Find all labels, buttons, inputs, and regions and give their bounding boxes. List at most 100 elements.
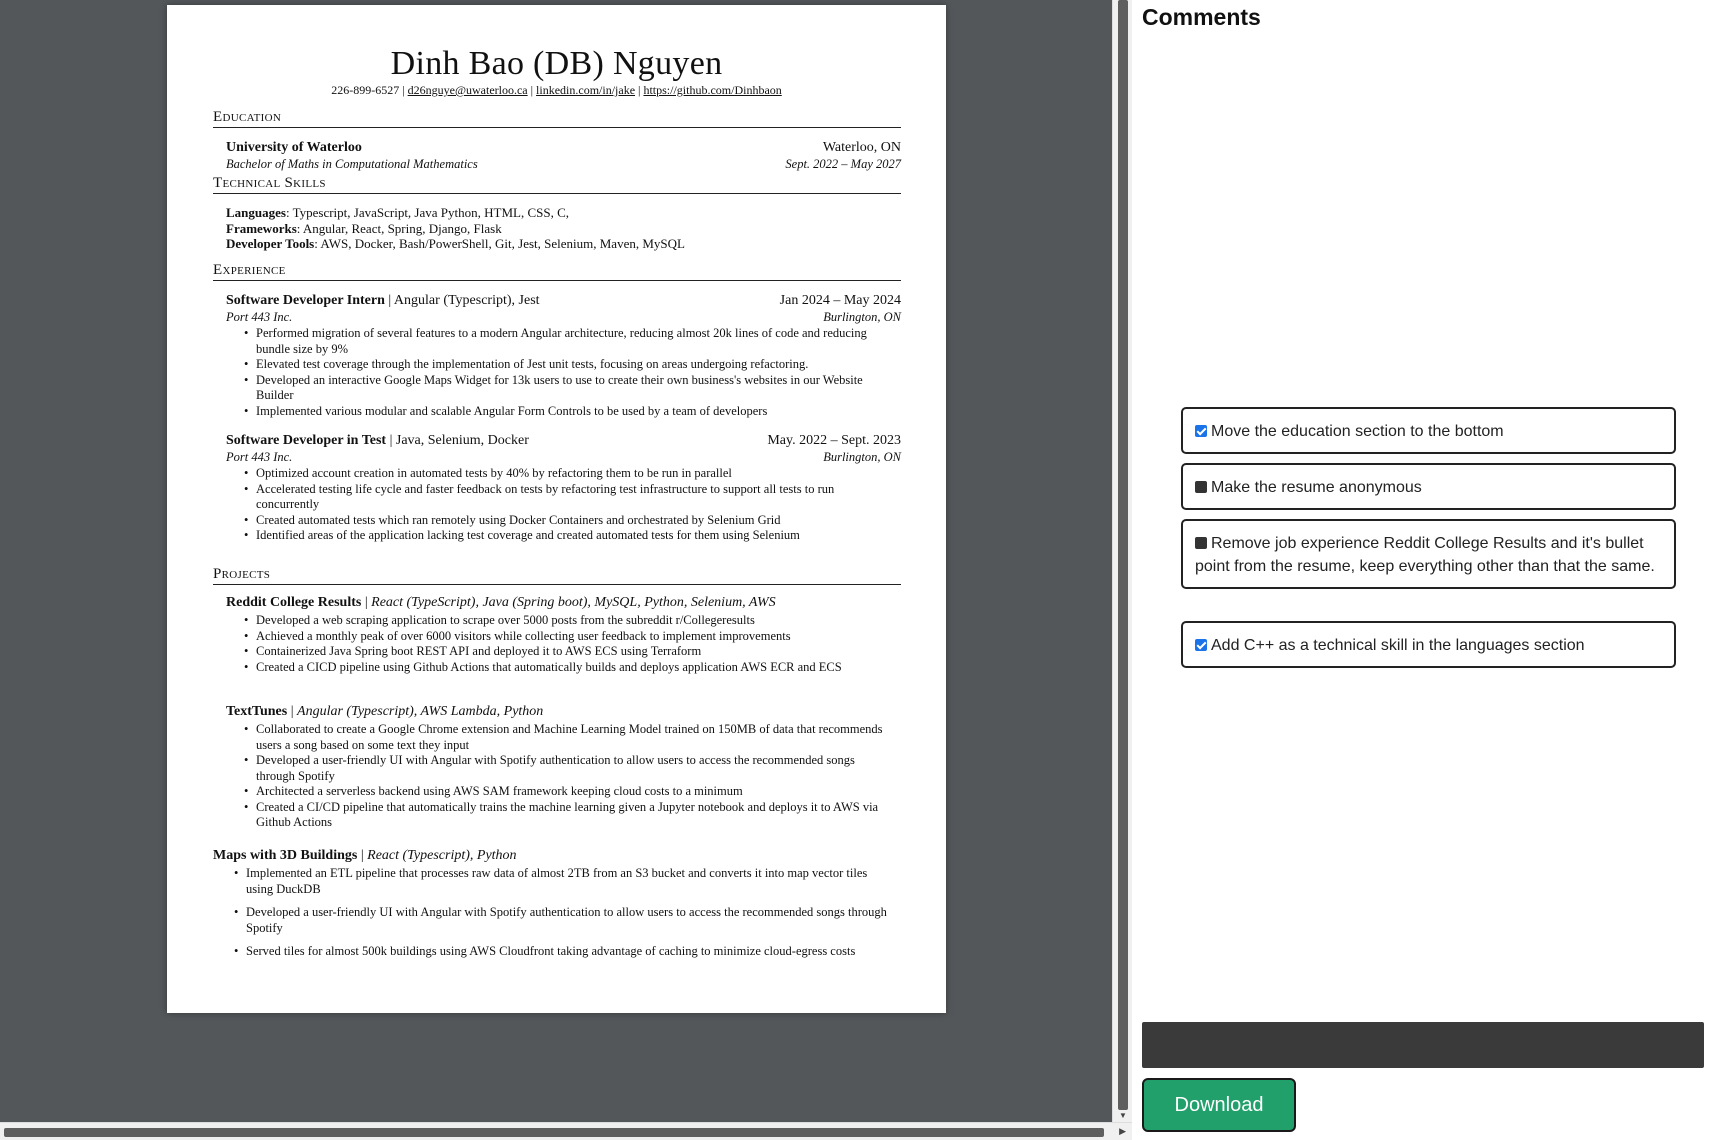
bullet-item: Created a CI/CD pipeline that automatica… (244, 800, 896, 831)
project-bullets: Collaborated to create a Google Chrome e… (244, 722, 896, 831)
skills-languages: Languages: Typescript, JavaScript, Java … (226, 205, 901, 221)
job-heading: Software Developer in Test | Java, Selen… (226, 432, 901, 449)
comment-text: Make the resume anonymous (1211, 479, 1422, 496)
bullet-item: Served tiles for almost 500k buildings u… (234, 944, 896, 960)
education-degree-row: Bachelor of Maths in Computational Mathe… (226, 156, 901, 173)
skills-tools: Developer Tools: AWS, Docker, Bash/Power… (226, 236, 901, 252)
comments-title: Comments (1142, 4, 1261, 30)
project-name: Reddit College Results (226, 595, 362, 610)
comment-text: Add C++ as a technical skill in the lang… (1211, 637, 1585, 654)
bullet-item: Optimized account creation in automated … (244, 466, 896, 482)
contact-github-link[interactable]: https://github.com/Dinhbaon (643, 83, 781, 97)
horizontal-scroll-thumb[interactable] (4, 1128, 1104, 1137)
bullet-item: Elevated test coverage through the imple… (244, 357, 896, 373)
contact-separator: | (402, 83, 405, 97)
job-location: Burlington, ON (823, 310, 901, 324)
skills-tools-value: : AWS, Docker, Bash/PowerShell, Git, Jes… (314, 236, 685, 251)
job-dates: May. 2022 – Sept. 2023 (767, 433, 901, 448)
bullet-item: Developed a web scraping application to … (244, 613, 896, 629)
checkbox-checked[interactable] (1195, 639, 1207, 651)
vertical-scroll-thumb[interactable] (1118, 0, 1128, 1110)
scroll-right-arrow-icon[interactable]: ▶ (1119, 1126, 1126, 1137)
comments-panel: Comments Move the education section to t… (1132, 0, 1712, 1140)
job-heading: Software Developer Intern | Angular (Typ… (226, 292, 901, 309)
job-company-row: Port 443 Inc. Burlington, ON (226, 309, 901, 326)
project-heading: Maps with 3D Buildings | React (Typescri… (213, 848, 517, 863)
comment-card[interactable]: Remove job experience Reddit College Res… (1181, 519, 1676, 589)
bullet-item: Implemented various modular and scalable… (244, 404, 896, 420)
job-title-line: Software Developer Intern | Angular (Typ… (226, 292, 540, 309)
education-dates: Sept. 2022 – May 2027 (785, 157, 901, 171)
education-school: University of Waterloo (226, 140, 362, 155)
bullet-item: Developed a user-friendly UI with Angula… (244, 753, 896, 784)
project-heading: Reddit College Results | React (TypeScri… (226, 595, 776, 610)
education-row: University of Waterloo Waterloo, ON (226, 139, 901, 156)
job-title: Software Developer Intern (226, 293, 385, 308)
resume-page: Dinh Bao (DB) Nguyen 226-899-6527 | d26n… (167, 5, 946, 1013)
checkbox-unchecked[interactable] (1195, 481, 1207, 493)
job-bullets: Optimized account creation in automated … (244, 466, 896, 544)
project-bullets: Implemented an ETL pipeline that process… (234, 866, 896, 968)
job-company-row: Port 443 Inc. Burlington, ON (226, 449, 901, 466)
bullet-item: Achieved a monthly peak of over 6000 vis… (244, 629, 896, 645)
bullet-item: Developed a user-friendly UI with Angula… (234, 905, 896, 936)
contact-separator: | (530, 83, 534, 97)
contact-separator: | (638, 83, 641, 97)
section-heading-experience: Experience (213, 261, 901, 281)
skills-languages-label: Languages (226, 205, 286, 220)
project-bullets: Developed a web scraping application to … (244, 613, 896, 676)
bullet-item: Created automated tests which ran remote… (244, 513, 896, 529)
checkbox-checked[interactable] (1195, 425, 1207, 437)
resume-contact: 226-899-6527 | d26nguye@uwaterloo.ca | l… (167, 83, 946, 98)
bullet-item: Collaborated to create a Google Chrome e… (244, 722, 896, 753)
bullet-item: Implemented an ETL pipeline that process… (234, 866, 896, 897)
download-button[interactable]: Download (1142, 1078, 1296, 1132)
vertical-scrollbar[interactable]: ▼ (1112, 0, 1132, 1122)
job-dates: Jan 2024 – May 2024 (779, 293, 901, 308)
contact-phone: 226-899-6527 (331, 83, 400, 97)
skills-tools-label: Developer Tools (226, 236, 315, 251)
checkbox-unchecked[interactable] (1195, 537, 1207, 549)
project-tech: React (Typescript), Python (367, 848, 517, 863)
contact-linkedin-link[interactable]: linkedin.com/in/jake (536, 83, 635, 97)
bullet-item: Performed migration of several features … (244, 326, 896, 357)
bullet-item: Developed an interactive Google Maps Wid… (244, 373, 896, 404)
education-location: Waterloo, ON (822, 140, 901, 155)
job-tech: | Angular (Typescript), Jest (384, 293, 540, 308)
project-name: Maps with 3D Buildings (213, 848, 358, 863)
job-tech: | Java, Selenium, Docker (386, 433, 529, 448)
comment-text: Move the education section to the bottom (1211, 423, 1504, 440)
job-company: Port 443 Inc. (226, 450, 293, 464)
bullet-item: Created a CICD pipeline using Github Act… (244, 660, 896, 676)
comment-card[interactable]: Add C++ as a technical skill in the lang… (1181, 621, 1676, 668)
comment-card[interactable]: Make the resume anonymous (1181, 463, 1676, 510)
project-name: TextTunes (226, 704, 288, 719)
bullet-item: Identified areas of the application lack… (244, 528, 896, 544)
job-location: Burlington, ON (823, 450, 901, 464)
comment-card[interactable]: Move the education section to the bottom (1181, 407, 1676, 454)
job-title-line: Software Developer in Test | Java, Selen… (226, 432, 529, 449)
education-degree: Bachelor of Maths in Computational Mathe… (226, 157, 478, 171)
bullet-item: Architected a serverless backend using A… (244, 784, 896, 800)
skills-frameworks-label: Frameworks (226, 220, 297, 236)
section-heading-education: Education (213, 108, 901, 128)
skills-languages-value: : Typescript, JavaScript, Java Python, H… (285, 205, 570, 220)
bullet-item: Accelerated testing life cycle and faste… (244, 482, 896, 513)
resume-viewer: Dinh Bao (DB) Nguyen 226-899-6527 | d26n… (0, 0, 1112, 1122)
horizontal-scrollbar[interactable]: ▶ (0, 1122, 1132, 1140)
skills-frameworks-value: : Angular, React, Spring, Django, Flask (296, 220, 502, 236)
job-title: Software Developer in Test (226, 433, 387, 448)
bullet-item: Containerized Java Spring boot REST API … (244, 644, 896, 660)
resume-name: Dinh Bao (DB) Nguyen (390, 45, 723, 82)
skills-frameworks: Frameworks: Angular, React, Spring, Djan… (226, 221, 901, 237)
section-heading-skills: Technical Skills (213, 174, 901, 194)
contact-email-link[interactable]: d26nguye@uwaterloo.ca (408, 83, 528, 97)
section-heading-projects: Projects (213, 565, 901, 585)
project-tech: Angular (Typescript), AWS Lambda, Python (297, 704, 544, 719)
job-bullets: Performed migration of several features … (244, 326, 896, 420)
project-tech: React (TypeScript), Java (Spring boot), … (371, 595, 776, 610)
scroll-down-arrow-icon[interactable]: ▼ (1119, 1111, 1127, 1120)
comment-text: Remove job experience Reddit College Res… (1195, 535, 1655, 575)
project-heading: TextTunes | Angular (Typescript), AWS La… (226, 704, 544, 719)
comment-input[interactable] (1142, 1022, 1704, 1068)
